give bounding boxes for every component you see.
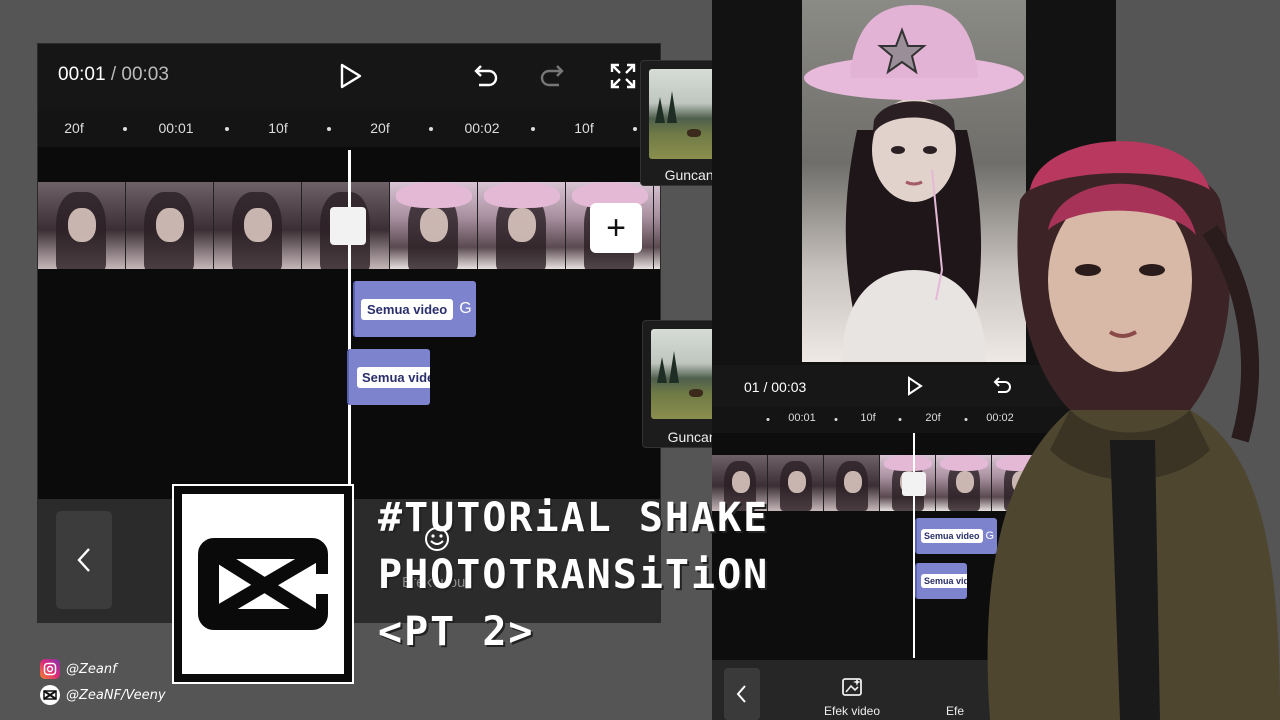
ruler-dot: [898, 418, 902, 421]
model-cutout-illustration: [987, 141, 1280, 720]
ruler-dot: [123, 127, 127, 131]
undo-button[interactable]: [468, 60, 502, 92]
clip-frame: [768, 455, 824, 511]
left-time-separator: /: [110, 64, 117, 85]
clip-frame: [654, 182, 660, 269]
ruler-dot: [225, 127, 229, 131]
title-line-2: PHOTOTRANSiTiON: [378, 552, 770, 598]
redo-icon: [540, 65, 564, 87]
ruler-dot: [633, 127, 637, 131]
ruler-tick: 20f: [370, 120, 390, 136]
left-timeline-ruler[interactable]: 20f 00:01 10f 20f 00:02 10f: [38, 109, 660, 147]
ruler-tick: 00:02: [464, 120, 500, 136]
fullscreen-button[interactable]: [606, 59, 640, 93]
capcut-small-icon: [40, 685, 60, 705]
video-effect-icon: [842, 678, 862, 696]
play-icon: [340, 63, 362, 89]
right-time-total: 00:03: [771, 379, 807, 395]
undo-icon: [474, 65, 498, 87]
clip-frame: [390, 182, 478, 269]
chevron-left-icon: [77, 548, 90, 572]
clip-frame: [214, 182, 302, 269]
left-time-current: 00:01: [58, 64, 106, 85]
instagram-handle: @Zeanf: [66, 661, 117, 677]
effect-clip[interactable]: Semua video G: [353, 281, 476, 337]
ruler-dot: [327, 127, 331, 131]
clip-frame: [478, 182, 566, 269]
fullscreen-icon: [610, 63, 636, 89]
effect-clip-label: Semua video: [361, 298, 454, 320]
clip-frame: [126, 182, 214, 269]
smile-emoji-icon: [425, 527, 449, 551]
capcut-credit: @ZeaNF/Veeny: [40, 682, 166, 708]
right-time-current: 01: [744, 379, 760, 395]
ruler-tick: 20f: [925, 412, 941, 424]
efek-video-tool[interactable]: Efek video: [824, 676, 880, 718]
instagram-icon: [40, 659, 60, 679]
ruler-tick: 00:01: [158, 120, 194, 136]
instagram-credit: @Zeanf: [40, 656, 166, 682]
effect-clip[interactable]: Semua vide: [347, 349, 430, 405]
title-line-3: <PT 2>: [378, 609, 535, 655]
play-button[interactable]: [336, 60, 366, 92]
effect-clip-tail: G: [459, 300, 472, 317]
redo-button[interactable]: [536, 60, 570, 92]
right-back-button[interactable]: [724, 668, 760, 720]
right-time-display: 01 / 00:03: [744, 379, 806, 395]
capcut-logo-mark: [198, 538, 332, 630]
right-transition-handle[interactable]: [902, 472, 926, 496]
right-play-button[interactable]: [904, 375, 926, 397]
ruler-dot: [766, 418, 770, 421]
efek-video-label: Efek video: [824, 704, 881, 718]
ruler-tick: 00:01: [788, 412, 816, 424]
model-cutout: [960, 110, 1280, 720]
ruler-tick: 10f: [268, 120, 288, 136]
effect-clip-label: Semua vide: [357, 366, 430, 388]
right-time-separator: /: [763, 379, 768, 395]
add-clip-button[interactable]: +: [590, 203, 642, 253]
ruler-dot: [834, 418, 838, 421]
left-time-display: 00:01 / 00:03: [58, 64, 169, 86]
video-title: #TUTORiAL SHAKE PHOTOTRANSiTiON <PT 2>: [378, 490, 769, 661]
transition-handle[interactable]: [330, 207, 366, 245]
left-time-total: 00:03: [121, 64, 169, 85]
clip-frame: [38, 182, 126, 269]
play-icon: [908, 376, 923, 396]
playhead[interactable]: [348, 150, 351, 510]
back-button[interactable]: [56, 511, 112, 609]
capcut-handle: @ZeaNF/Veeny: [66, 687, 166, 703]
ruler-tick: 10f: [860, 412, 876, 424]
ruler-tick: 20f: [64, 120, 84, 136]
ruler-dot: [429, 127, 433, 131]
credits: @Zeanf @ZeaNF/Veeny: [40, 656, 166, 708]
ruler-tick: 10f: [574, 120, 594, 136]
capcut-logo: [174, 486, 352, 682]
ruler-dot: [531, 127, 535, 131]
clip-frame: [824, 455, 880, 511]
chevron-left-icon: [736, 685, 746, 703]
left-top-bar: 00:01 / 00:03: [38, 44, 660, 109]
